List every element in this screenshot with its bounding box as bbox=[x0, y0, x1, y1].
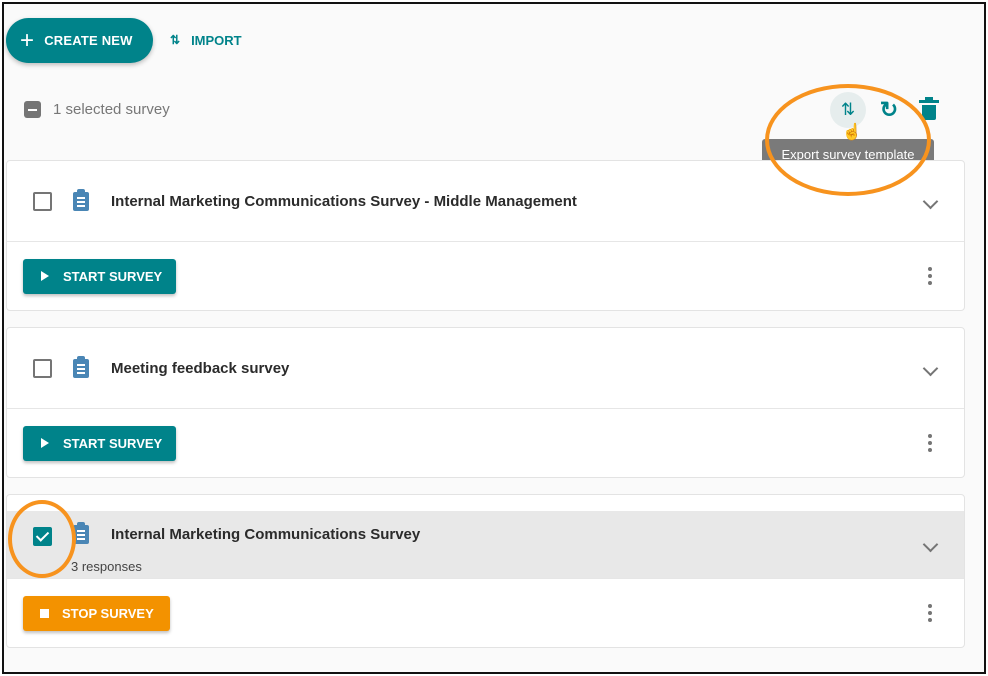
survey-title: Internal Marketing Communications Survey bbox=[111, 526, 421, 543]
survey-list-page: + CREATE NEW ⇅ IMPORT 1 selected survey … bbox=[2, 2, 986, 674]
stop-survey-label: STOP SURVEY bbox=[62, 605, 154, 621]
stop-icon bbox=[40, 608, 49, 618]
survey-card-header[interactable]: Meeting feedback survey bbox=[7, 328, 964, 409]
stop-survey-button[interactable]: STOP SURVEY bbox=[23, 595, 170, 631]
clipboard-icon bbox=[73, 522, 89, 544]
survey-card: Internal Marketing Communications Survey… bbox=[6, 160, 965, 311]
start-survey-button[interactable]: START SURVEY bbox=[23, 425, 176, 461]
refresh-button[interactable]: ↻ bbox=[874, 94, 904, 126]
survey-card-header[interactable]: Internal Marketing Communications Survey… bbox=[7, 161, 964, 242]
delete-button[interactable] bbox=[916, 94, 942, 126]
start-survey-label: START SURVEY bbox=[63, 268, 163, 284]
survey-card-footer: START SURVEY bbox=[7, 409, 964, 477]
more-options-icon[interactable] bbox=[928, 434, 932, 452]
selection-status: 1 selected survey bbox=[24, 101, 170, 118]
swap-vertical-icon: ⇅ bbox=[170, 33, 181, 47]
create-new-button[interactable]: + CREATE NEW bbox=[6, 18, 153, 63]
trash-icon bbox=[919, 96, 939, 120]
hand-cursor-icon: ☝ bbox=[842, 124, 862, 141]
chevron-down-icon[interactable] bbox=[922, 536, 939, 553]
survey-card-selected: Internal Marketing Communications Survey… bbox=[6, 494, 965, 648]
plus-icon: + bbox=[20, 26, 35, 54]
start-survey-label: START SURVEY bbox=[63, 435, 163, 451]
create-new-label: CREATE NEW bbox=[44, 33, 133, 48]
import-button[interactable]: ⇅ IMPORT bbox=[170, 30, 242, 50]
play-icon bbox=[41, 438, 49, 448]
more-options-icon[interactable] bbox=[928, 604, 932, 622]
chevron-down-icon[interactable] bbox=[922, 193, 939, 209]
clipboard-icon bbox=[73, 188, 89, 211]
deselect-all-checkbox[interactable] bbox=[24, 101, 41, 118]
refresh-icon: ↻ bbox=[879, 97, 899, 122]
survey-checkbox[interactable] bbox=[33, 191, 52, 211]
survey-title: Meeting feedback survey bbox=[111, 359, 290, 377]
import-label: IMPORT bbox=[191, 32, 242, 48]
selection-count-text: 1 selected survey bbox=[53, 101, 170, 118]
response-count: 3 responses bbox=[71, 559, 142, 574]
survey-card-header[interactable]: Internal Marketing Communications Survey… bbox=[7, 511, 964, 579]
survey-checkbox[interactable] bbox=[33, 358, 52, 378]
play-icon bbox=[41, 271, 49, 281]
survey-card: Meeting feedback survey START SURVEY bbox=[6, 327, 965, 478]
start-survey-button[interactable]: START SURVEY bbox=[23, 258, 176, 294]
survey-card-footer: START SURVEY bbox=[7, 242, 964, 310]
survey-card-footer: STOP SURVEY bbox=[7, 579, 964, 647]
clipboard-icon bbox=[73, 355, 89, 378]
more-options-icon[interactable] bbox=[928, 267, 932, 285]
chevron-down-icon[interactable] bbox=[922, 360, 939, 376]
survey-title: Internal Marketing Communications Survey… bbox=[111, 192, 577, 210]
survey-checkbox-checked[interactable] bbox=[33, 527, 52, 546]
swap-vertical-icon: ⇅ bbox=[840, 100, 856, 119]
